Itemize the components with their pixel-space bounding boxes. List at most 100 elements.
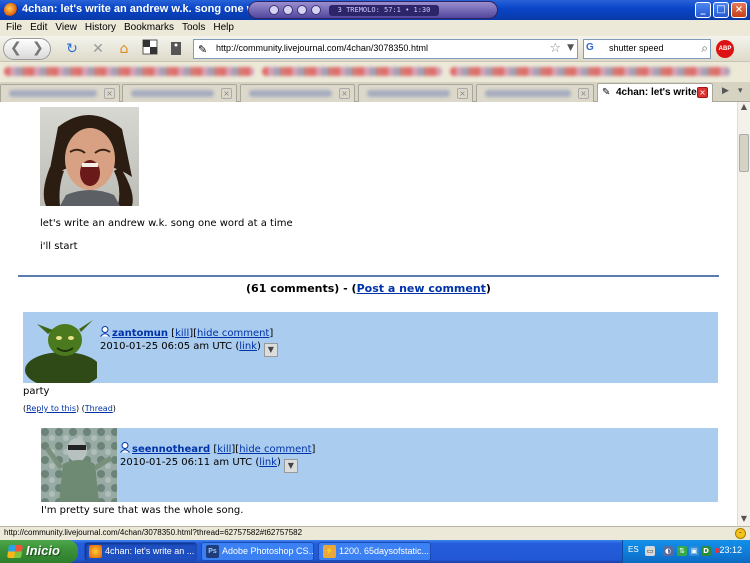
firefox-icon bbox=[89, 545, 102, 558]
post-new-comment-link[interactable]: Post a new comment bbox=[357, 282, 486, 295]
bookmark-item[interactable] bbox=[4, 67, 254, 76]
smiley-icon[interactable]: ᵕ bbox=[735, 528, 746, 539]
user-avatar bbox=[23, 312, 97, 383]
messenger-icon[interactable]: ▣ bbox=[689, 546, 699, 556]
clock: 23:12 bbox=[719, 545, 742, 555]
divider bbox=[18, 275, 719, 277]
comment-timestamp: 2010-01-25 06:11 am UTC bbox=[120, 457, 253, 468]
tab[interactable]: × bbox=[358, 84, 473, 102]
language-indicator[interactable]: ES bbox=[628, 545, 639, 554]
page-style-icon[interactable] bbox=[140, 39, 160, 59]
forward-icon[interactable]: ❯ bbox=[32, 40, 44, 56]
tab-site-icon: ✎ bbox=[602, 87, 611, 98]
search-engine-icon[interactable]: G bbox=[586, 42, 600, 56]
bookmarks-toolbar bbox=[0, 62, 750, 82]
bookmark-item[interactable] bbox=[450, 67, 730, 76]
kill-link[interactable]: kill bbox=[217, 444, 231, 455]
tag-icon[interactable] bbox=[166, 39, 186, 59]
navigation-toolbar: ❮ ❯ ↻ ✕ ⌂ ✎ http://community.livejournal… bbox=[0, 36, 750, 62]
bookmark-item[interactable] bbox=[262, 67, 442, 76]
kill-link[interactable]: kill bbox=[175, 328, 189, 339]
comment-username[interactable]: zantomun bbox=[112, 328, 168, 339]
menu-tools[interactable]: Tools bbox=[180, 20, 211, 36]
tray-app-d-icon[interactable]: D bbox=[701, 546, 711, 556]
thread-link[interactable]: Thread bbox=[85, 404, 113, 413]
media-player-widget[interactable]: 3 TREMOLO: 57:1 • 1:30 bbox=[248, 1, 498, 19]
search-icon[interactable]: ⌕ bbox=[701, 41, 708, 56]
network-icon[interactable]: ⇅ bbox=[677, 546, 687, 556]
media-icon[interactable]: ◐ bbox=[663, 546, 673, 556]
windows-logo-icon bbox=[7, 545, 23, 558]
window-title: 4chan: let's write an andrew w.k. song o… bbox=[22, 3, 286, 15]
photoshop-icon: Ps bbox=[206, 545, 219, 558]
menu-file[interactable]: File bbox=[4, 20, 28, 36]
bookmark-star-icon[interactable]: ☆ bbox=[549, 41, 561, 56]
track-comment-icon[interactable]: ▼ bbox=[283, 459, 298, 473]
tab-close-icon[interactable]: × bbox=[339, 88, 350, 99]
site-identity-icon[interactable]: ✎ bbox=[198, 43, 207, 56]
player-pause-icon[interactable] bbox=[297, 5, 307, 15]
tab-close-icon[interactable]: × bbox=[104, 88, 115, 99]
search-text: shutter speed bbox=[609, 43, 664, 53]
minimize-button[interactable]: _ bbox=[695, 2, 711, 18]
tab-active[interactable]: ✎ 4chan: let's write ... × bbox=[597, 83, 713, 103]
menu-history[interactable]: History bbox=[83, 20, 122, 36]
page-content: let's write an andrew w.k. song one word… bbox=[0, 102, 737, 526]
comment-permalink[interactable]: link bbox=[239, 341, 257, 352]
close-window-button[interactable]: × bbox=[731, 2, 747, 18]
taskbar-item-photoshop[interactable]: Ps Adobe Photoshop CS... bbox=[201, 542, 314, 561]
home-icon[interactable]: ⌂ bbox=[114, 39, 134, 59]
firefox-icon bbox=[4, 3, 18, 17]
tab[interactable]: × bbox=[122, 84, 237, 102]
reload-icon[interactable]: ↻ bbox=[62, 39, 82, 59]
adblock-plus-icon[interactable]: ABP bbox=[716, 40, 734, 58]
back-icon[interactable]: ❮ bbox=[10, 40, 22, 56]
comment-timestamp: 2010-01-25 06:05 am UTC bbox=[100, 341, 233, 352]
vertical-scrollbar[interactable]: ▲ ▼ bbox=[737, 102, 750, 526]
scroll-thumb[interactable] bbox=[739, 134, 749, 172]
scroll-down-icon[interactable]: ▼ bbox=[738, 514, 750, 526]
comment-username[interactable]: seennotheard bbox=[132, 444, 210, 455]
comment-meta: seennotheard [kill][hide comment] 2010-0… bbox=[120, 442, 315, 473]
tab-list-icon[interactable]: ▾ bbox=[738, 86, 743, 96]
tab-close-icon[interactable]: × bbox=[457, 88, 468, 99]
player-prev-icon[interactable] bbox=[269, 5, 279, 15]
reply-link[interactable]: Reply to this bbox=[26, 404, 76, 413]
stop-icon[interactable]: ✕ bbox=[88, 39, 108, 59]
tab[interactable]: × bbox=[0, 84, 120, 102]
hide-comment-link[interactable]: hide comment bbox=[239, 444, 311, 455]
player-track-display: 3 TREMOLO: 57:1 • 1:30 bbox=[329, 5, 439, 16]
user-icon[interactable] bbox=[100, 326, 110, 337]
menu-view[interactable]: View bbox=[53, 20, 83, 36]
player-stop-icon[interactable] bbox=[311, 5, 321, 15]
tab-close-icon[interactable]: × bbox=[221, 88, 232, 99]
user-avatar bbox=[41, 428, 117, 502]
scroll-up-icon[interactable]: ▲ bbox=[738, 102, 750, 114]
tab[interactable]: × bbox=[240, 84, 355, 102]
taskbar-item-firefox[interactable]: 4chan: let's write an ... bbox=[84, 542, 197, 561]
start-button[interactable]: Inicio bbox=[0, 540, 78, 563]
tab-close-icon[interactable]: × bbox=[697, 87, 708, 98]
comment-body: I'm pretty sure that was the whole song. bbox=[41, 505, 244, 516]
maximize-button[interactable]: □ bbox=[713, 2, 729, 18]
taskbar-item-winamp[interactable]: ⚡ 1200. 65daysofstatic... bbox=[318, 542, 431, 561]
url-dropdown-icon[interactable]: ▼ bbox=[567, 43, 574, 53]
comment-permalink[interactable]: link bbox=[259, 457, 277, 468]
menu-edit[interactable]: Edit bbox=[28, 20, 53, 36]
hide-comment-link[interactable]: hide comment bbox=[197, 328, 269, 339]
track-comment-icon[interactable]: ▼ bbox=[263, 343, 278, 357]
tab[interactable]: × bbox=[476, 84, 594, 102]
search-bar[interactable]: G shutter speed ⌕ bbox=[583, 39, 711, 59]
keyboard-icon[interactable]: ▭ bbox=[645, 546, 655, 556]
comment-body: party bbox=[23, 386, 50, 397]
url-bar[interactable]: ✎ http://community.livejournal.com/4chan… bbox=[193, 39, 578, 59]
menu-help[interactable]: Help bbox=[211, 20, 240, 36]
tab-scroll-icon[interactable]: ▶ bbox=[722, 86, 729, 96]
menu-bar: File Edit View History Bookmarks Tools H… bbox=[0, 20, 750, 36]
user-icon[interactable] bbox=[120, 442, 130, 453]
tab-active-label: 4chan: let's write ... bbox=[616, 87, 708, 98]
player-play-icon[interactable] bbox=[283, 5, 293, 15]
menu-bookmarks[interactable]: Bookmarks bbox=[122, 20, 180, 36]
tab-close-icon[interactable]: × bbox=[578, 88, 589, 99]
post-text-line: i'll start bbox=[40, 241, 78, 252]
